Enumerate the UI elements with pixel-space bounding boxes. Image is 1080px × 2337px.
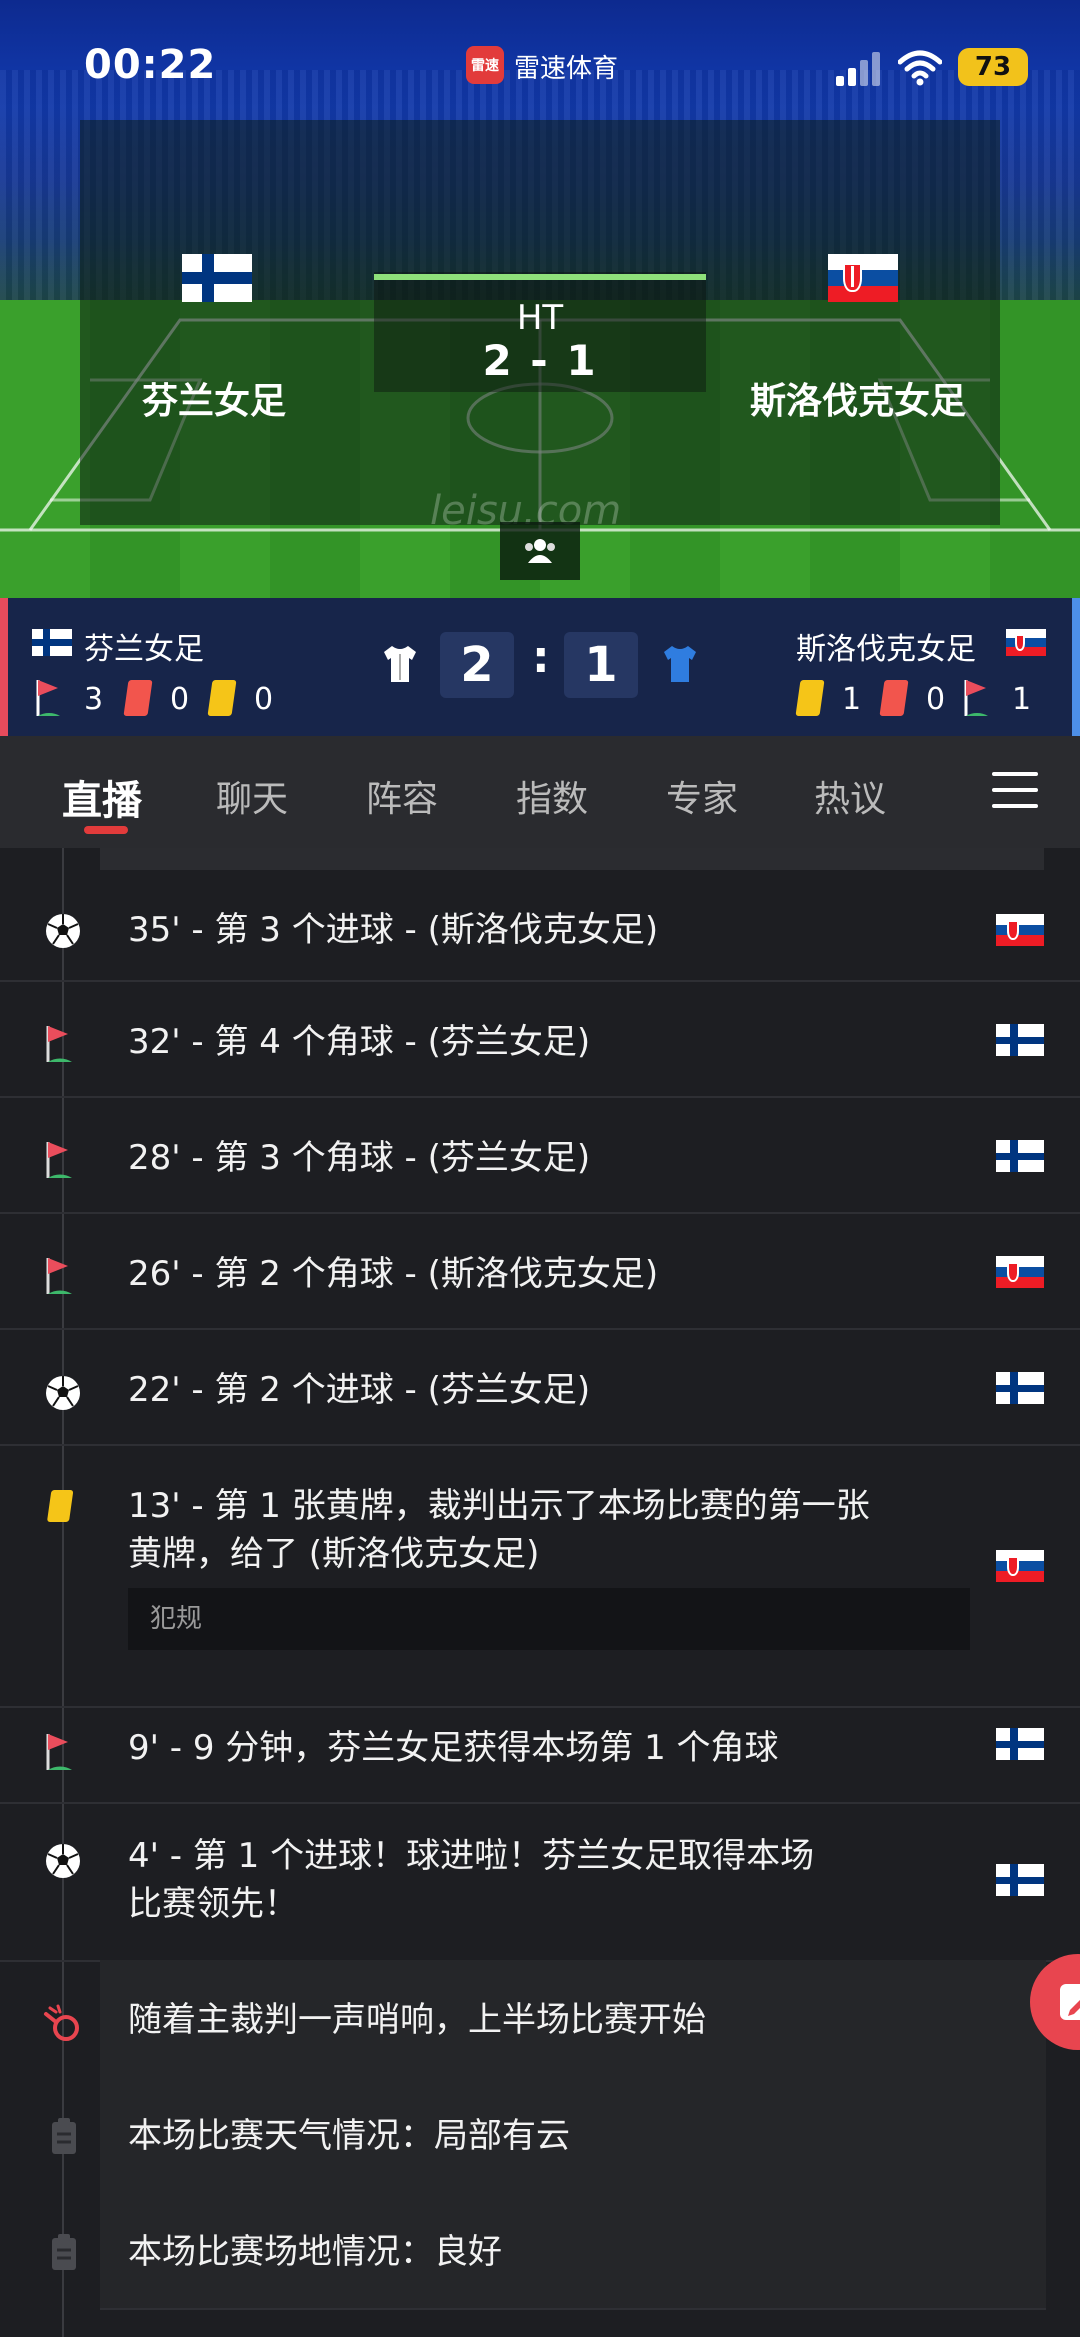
scoreboard: 芬兰女足 3 0 0 2 : 1 斯洛伐克女足 1 0 1 bbox=[0, 598, 1080, 736]
goal-icon bbox=[46, 914, 80, 948]
away-red-cards: 0 bbox=[926, 682, 946, 717]
home-accent bbox=[0, 598, 8, 736]
home-red-cards: 0 bbox=[170, 682, 190, 717]
people-icon bbox=[525, 539, 555, 563]
event-text-line2: 黄牌，给了 (斯洛伐克女足) bbox=[128, 1534, 540, 1574]
red-card-icon bbox=[879, 680, 909, 716]
signal-icon bbox=[836, 50, 882, 86]
list-item[interactable]: 13' - 第 1 张黄牌，裁判出示了本场比赛的第一张 黄牌，给了 (斯洛伐克女… bbox=[0, 1444, 1080, 1708]
corner-flag-icon bbox=[46, 1258, 72, 1294]
clock: 00:22 bbox=[84, 42, 217, 88]
hero-away-team[interactable]: 斯洛伐克女足 bbox=[750, 372, 966, 424]
tab-experts[interactable]: 专家 bbox=[666, 770, 738, 822]
list-item[interactable]: 随着主裁判一声哨响，上半场比赛开始 bbox=[100, 1960, 1046, 2078]
hero-home-team[interactable]: 芬兰女足 bbox=[142, 372, 286, 424]
tab-live[interactable]: 直播 bbox=[62, 768, 142, 826]
corner-flag-icon bbox=[964, 680, 988, 716]
event-detail: 犯规 bbox=[128, 1588, 970, 1650]
app-name: 雷速体育 bbox=[514, 54, 619, 84]
clipboard-icon bbox=[52, 2118, 76, 2154]
wifi-icon bbox=[898, 50, 942, 86]
corner-flag-icon bbox=[46, 1734, 72, 1770]
event-text: 28' - 第 3 个角球 - (芬兰女足) bbox=[128, 1138, 591, 1178]
event-text-line2: 比赛领先！ bbox=[128, 1884, 298, 1924]
tab-chat[interactable]: 聊天 bbox=[216, 770, 288, 822]
slovakia-flag-icon bbox=[828, 254, 898, 302]
list-item[interactable]: 4' - 第 1 个进球！球进啦！芬兰女足取得本场 比赛领先！ bbox=[0, 1802, 1080, 1962]
corner-flag-icon bbox=[46, 1142, 72, 1178]
slovakia-flag-icon bbox=[996, 1256, 1044, 1288]
home-team-name[interactable]: 芬兰女足 bbox=[84, 624, 204, 668]
hero-score: 2 - 1 bbox=[482, 336, 598, 385]
away-yellow-cards: 1 bbox=[842, 682, 862, 717]
status-bar: 00:22 雷速 雷速体育 73 bbox=[0, 0, 1080, 130]
list-item[interactable]: 28' - 第 3 个角球 - (芬兰女足) bbox=[0, 1096, 1080, 1214]
finland-flag-icon bbox=[996, 1024, 1044, 1056]
tab-lineup[interactable]: 阵容 bbox=[366, 770, 438, 822]
corner-flag-icon bbox=[36, 680, 60, 716]
home-score: 2 bbox=[440, 632, 514, 698]
goal-icon bbox=[46, 1376, 80, 1410]
yellow-card-icon bbox=[795, 680, 825, 716]
finland-flag-icon bbox=[996, 1864, 1044, 1896]
list-item[interactable]: 22' - 第 2 个进球 - (芬兰女足) bbox=[0, 1328, 1080, 1446]
event-text: 22' - 第 2 个进球 - (芬兰女足) bbox=[128, 1370, 591, 1410]
event-text: 32' - 第 4 个角球 - (芬兰女足) bbox=[128, 1022, 591, 1062]
tab-bar: 直播 聊天 阵容 指数 专家 热议 bbox=[0, 736, 1080, 848]
event-text: 随着主裁判一声哨响，上半场比赛开始 bbox=[128, 2000, 706, 2040]
yellow-card-icon bbox=[207, 680, 237, 716]
match-status: HT bbox=[516, 298, 564, 338]
corner-flag-icon bbox=[46, 1026, 72, 1062]
whistle-icon bbox=[44, 2004, 79, 2041]
list-item[interactable]: 9' - 9 分钟，芬兰女足获得本场第 1 个角球 bbox=[0, 1706, 1080, 1804]
slovakia-flag-icon bbox=[1006, 629, 1046, 656]
red-card-icon bbox=[123, 680, 153, 716]
yellow-card-icon bbox=[47, 1490, 74, 1522]
finland-flag-icon bbox=[32, 629, 72, 656]
feed-top-stub bbox=[100, 848, 1044, 870]
away-team-name[interactable]: 斯洛伐克女足 bbox=[796, 624, 976, 668]
goal-icon bbox=[46, 1844, 80, 1878]
list-item[interactable]: 35' - 第 3 个进球 - (斯洛伐克女足) bbox=[0, 882, 1080, 982]
slovakia-flag-icon bbox=[996, 1550, 1044, 1582]
away-score: 1 bbox=[564, 632, 638, 698]
match-progress-bar bbox=[374, 274, 706, 280]
score-separator: : bbox=[532, 632, 550, 683]
active-tab-indicator bbox=[84, 826, 128, 834]
finland-flag-icon bbox=[996, 1140, 1044, 1172]
event-text: 26' - 第 2 个角球 - (斯洛伐克女足) bbox=[128, 1254, 659, 1294]
away-corners: 1 bbox=[1012, 682, 1032, 717]
event-text: 9' - 9 分钟，芬兰女足获得本场第 1 个角球 bbox=[128, 1728, 779, 1768]
list-item[interactable]: 本场比赛天气情况：局部有云 bbox=[100, 2076, 1046, 2194]
finland-flag-icon bbox=[182, 254, 252, 302]
away-jersey-icon bbox=[664, 646, 696, 682]
event-text-line1: 13' - 第 1 张黄牌，裁判出示了本场比赛的第一张 bbox=[128, 1486, 870, 1526]
tab-odds[interactable]: 指数 bbox=[516, 770, 588, 822]
event-text-line1: 4' - 第 1 个进球！球进啦！芬兰女足取得本场 bbox=[128, 1836, 815, 1876]
list-item[interactable]: 26' - 第 2 个角球 - (斯洛伐克女足) bbox=[0, 1212, 1080, 1330]
clipboard-icon bbox=[52, 2234, 76, 2270]
lineup-button[interactable] bbox=[500, 522, 580, 580]
home-corners: 3 bbox=[84, 682, 104, 717]
event-text: 本场比赛场地情况：良好 bbox=[128, 2232, 502, 2272]
slovakia-flag-icon bbox=[996, 914, 1044, 946]
event-text: 35' - 第 3 个进球 - (斯洛伐克女足) bbox=[128, 910, 659, 950]
list-item[interactable]: 本场比赛场地情况：良好 bbox=[100, 2192, 1046, 2310]
edit-icon bbox=[1060, 1984, 1080, 2020]
list-item[interactable]: 32' - 第 4 个角球 - (芬兰女足) bbox=[0, 980, 1080, 1098]
finland-flag-icon bbox=[996, 1728, 1044, 1760]
finland-flag-icon bbox=[996, 1372, 1044, 1404]
home-yellow-cards: 0 bbox=[254, 682, 274, 717]
home-jersey-icon bbox=[384, 646, 416, 682]
menu-icon[interactable] bbox=[992, 772, 1038, 808]
event-text: 本场比赛天气情况：局部有云 bbox=[128, 2116, 570, 2156]
battery-indicator: 73 bbox=[958, 48, 1028, 86]
app-logo-icon: 雷速 bbox=[466, 46, 504, 84]
tab-discussion[interactable]: 热议 bbox=[814, 770, 886, 822]
away-accent bbox=[1072, 598, 1080, 736]
